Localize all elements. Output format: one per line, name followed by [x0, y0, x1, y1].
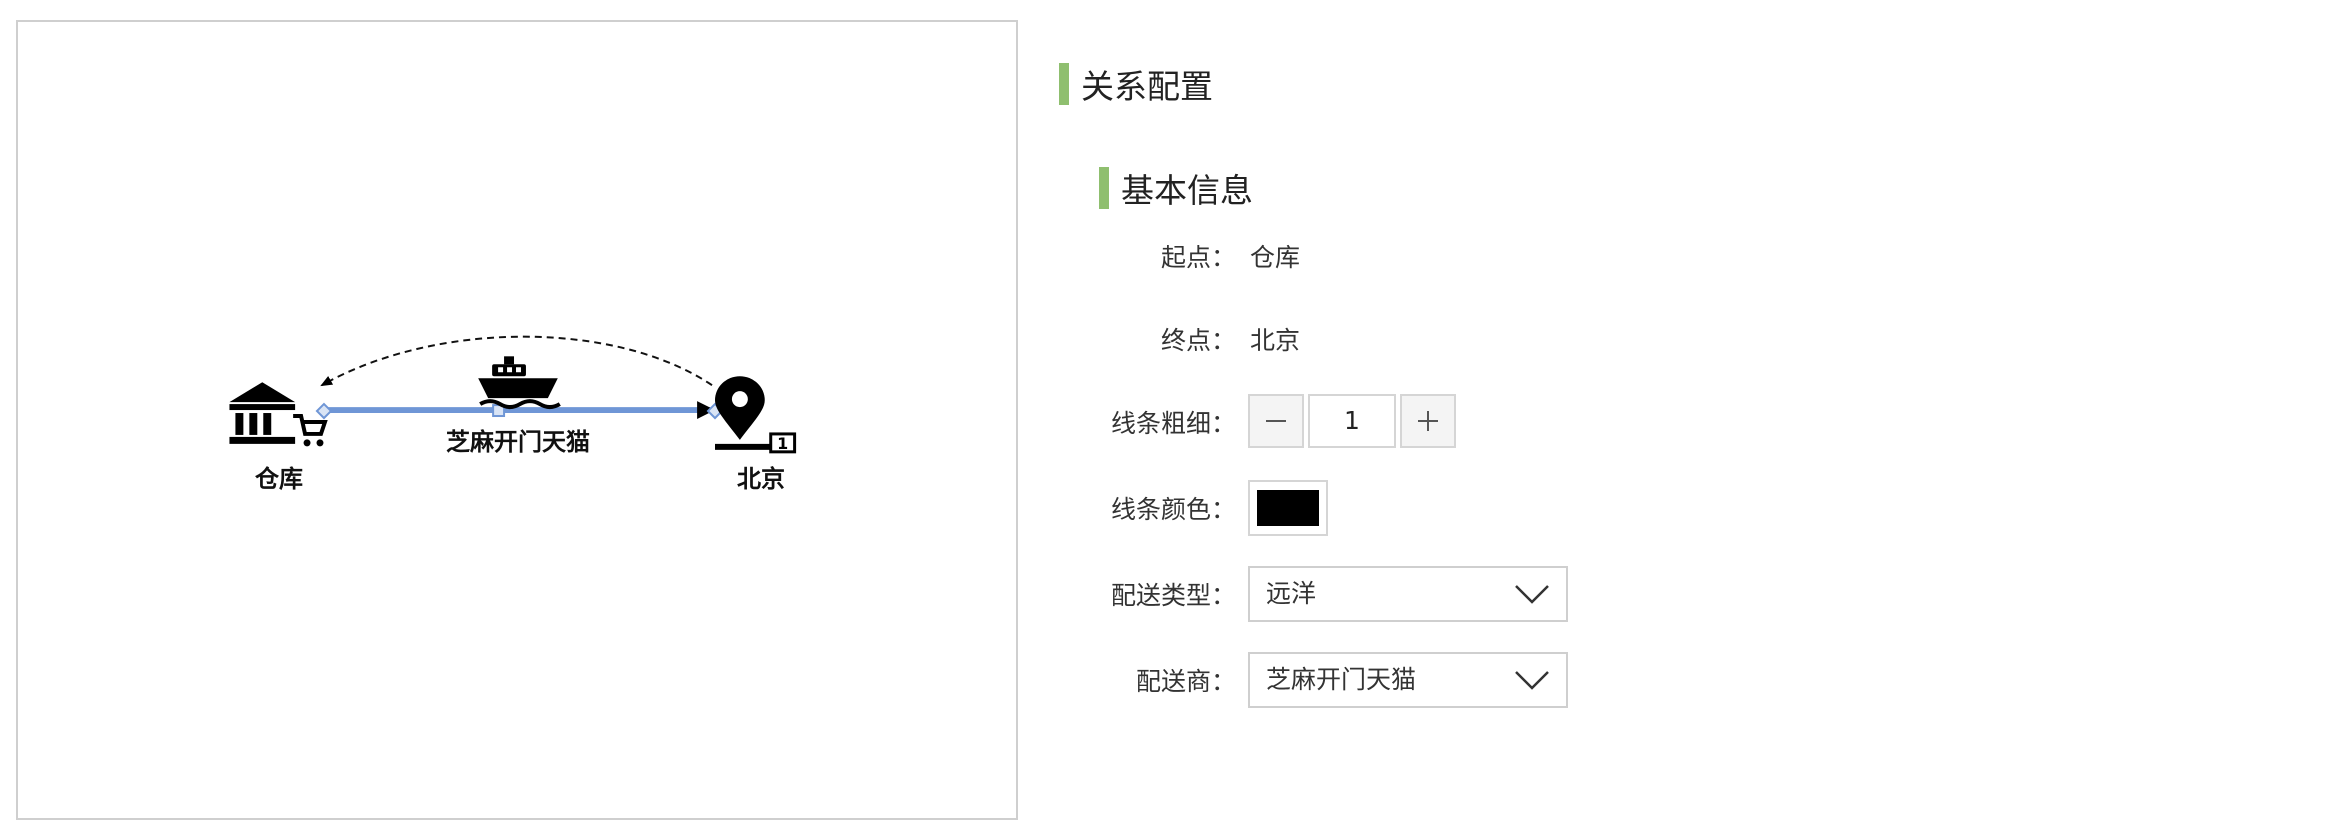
line-width-input[interactable]: 1: [1308, 394, 1396, 448]
end-node-label: 北京: [737, 465, 785, 493]
title-accent-bar: [1059, 63, 1069, 105]
section-title-text: 基本信息: [1121, 171, 1253, 210]
end-label: 终点：: [1160, 326, 1236, 355]
line-width-stepper: 1: [1248, 394, 1456, 448]
delivery-type-label: 配送类型：: [1110, 581, 1236, 610]
edge-label: 芝麻开门天猫: [446, 428, 590, 456]
location-pin-icon[interactable]: 1: [715, 376, 797, 454]
section-title: 基本信息: [1099, 164, 1253, 212]
diagram-svg[interactable]: 1: [18, 22, 1016, 818]
line-color-label: 线条颜色：: [1110, 495, 1236, 524]
line-color-fill: [1257, 490, 1319, 526]
decrement-button[interactable]: [1248, 394, 1304, 448]
line-width-label: 线条粗细：: [1110, 409, 1236, 438]
warehouse-icon[interactable]: [229, 382, 328, 447]
start-label: 起点：: [1160, 243, 1236, 272]
minus-icon: [1266, 420, 1286, 422]
carrier-label: 配送商：: [1135, 667, 1236, 696]
chevron-down-icon: [1515, 585, 1549, 604]
carrier-select[interactable]: 芝麻开门天猫: [1248, 652, 1568, 708]
diagram-canvas[interactable]: 1 仓库 北京 芝麻开门天猫: [16, 20, 1018, 820]
panel-title: 关系配置: [1059, 60, 1213, 108]
edge-start-handle[interactable]: [315, 402, 333, 420]
start-value: 仓库: [1250, 243, 1301, 272]
section-accent-bar: [1099, 167, 1109, 209]
panel-title-text: 关系配置: [1081, 67, 1213, 106]
end-value: 北京: [1250, 326, 1301, 355]
delivery-type-value: 远洋: [1266, 579, 1317, 608]
plus-icon: [1418, 411, 1438, 431]
ship-icon[interactable]: [478, 356, 561, 410]
return-curve[interactable]: [320, 335, 713, 387]
start-node-label: 仓库: [255, 465, 303, 493]
svg-text:1: 1: [777, 434, 788, 453]
line-color-picker[interactable]: [1248, 480, 1328, 536]
increment-button[interactable]: [1400, 394, 1456, 448]
chevron-down-icon: [1515, 671, 1549, 690]
carrier-value: 芝麻开门天猫: [1266, 665, 1417, 694]
delivery-type-select[interactable]: 远洋: [1248, 566, 1568, 622]
